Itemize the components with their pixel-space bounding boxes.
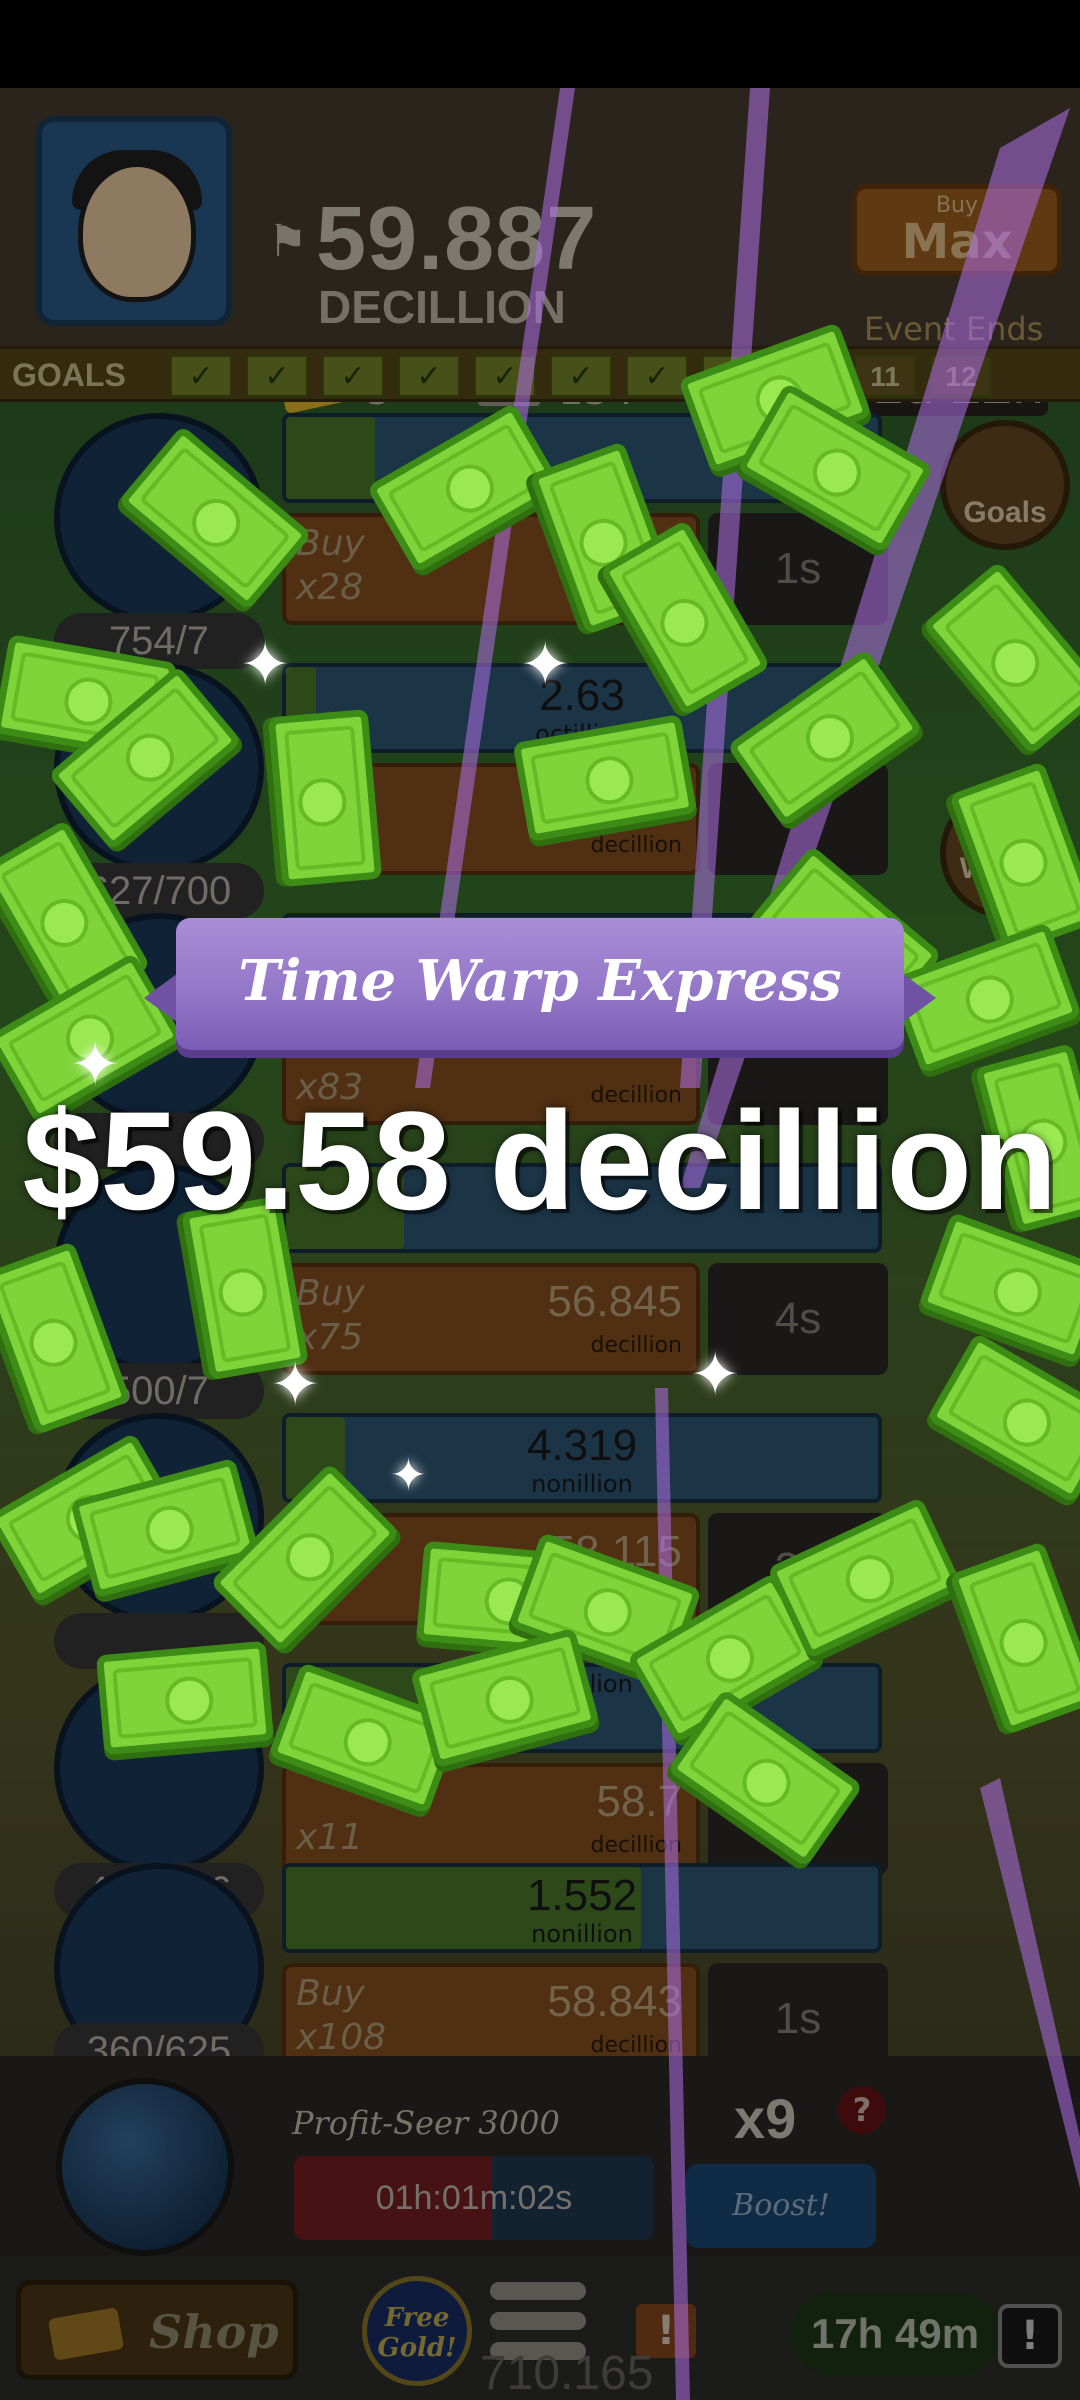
reward-amount: $59.58 decillion	[22, 1082, 1058, 1239]
light-ray	[655, 1388, 690, 2400]
sparkle-icon: ✦	[520, 630, 571, 700]
sparkle-icon: ✦	[240, 630, 291, 700]
sparkle-icon: ✦	[690, 1340, 741, 1410]
banner-title: Time Warp Express	[238, 948, 842, 1014]
status-bar	[0, 0, 1080, 88]
sparkle-icon: ✦	[390, 1450, 427, 1501]
sparkle-icon: ✦	[270, 1350, 321, 1420]
event-banner: Time Warp Express	[144, 918, 936, 1060]
light-ray	[980, 1778, 1080, 2188]
light-rays	[415, 88, 1080, 2400]
